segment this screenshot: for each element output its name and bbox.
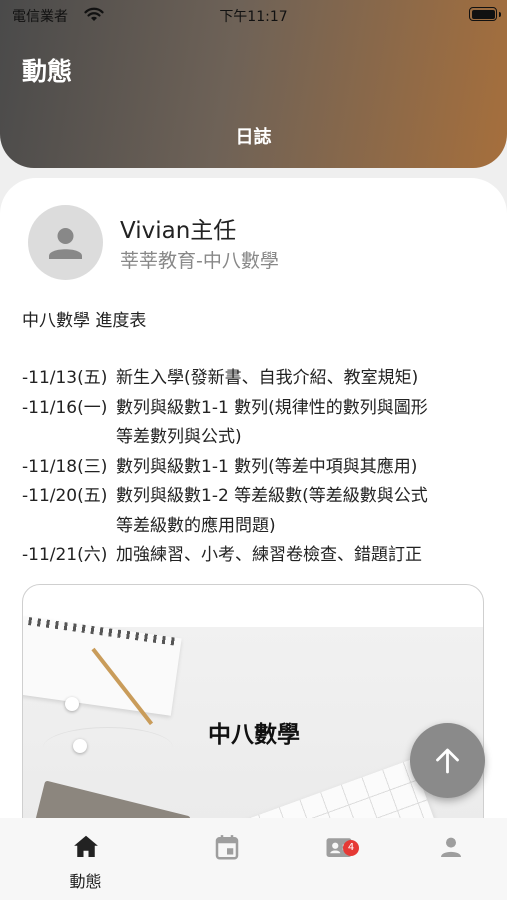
- author-name: Vivian主任: [120, 218, 237, 244]
- header: 電信業者 下午11:17 動態 日誌: [0, 0, 507, 168]
- status-bar: 電信業者 下午11:17: [0, 0, 507, 30]
- nav-item-profile[interactable]: [387, 818, 507, 900]
- avatar[interactable]: [28, 205, 103, 280]
- scroll-to-top-button[interactable]: [410, 723, 485, 798]
- line-desc: 等差數列與公式): [116, 427, 242, 447]
- battery-icon: [469, 7, 497, 21]
- post-line: 等差級數的應用問題): [22, 512, 492, 542]
- post-image[interactable]: 中八數學: [22, 584, 484, 858]
- calendar-icon: [215, 835, 238, 860]
- post-line: -11/16(一) 數列與級數1-1 數列(規律性的數列與圖形: [22, 394, 492, 424]
- line-date: -11/13(五): [22, 368, 108, 388]
- nav-item-contacts[interactable]: 4: [275, 818, 402, 900]
- arrow-up-icon: [436, 748, 459, 774]
- line-date: -11/20(五): [22, 486, 108, 506]
- line-desc: 數列與級數1-2 等差級數(等差級數與公式: [116, 486, 428, 506]
- earbud-illustration: [65, 697, 79, 711]
- tab-journal[interactable]: 日誌: [0, 123, 507, 149]
- person-icon: [49, 228, 82, 259]
- post-body: -11/13(五) 新生入學(發新書、自我介紹、教室規矩) -11/16(一) 數列…: [22, 364, 492, 571]
- line-desc: 數列與級數1-1 數列(等差中項與其應用): [116, 456, 418, 477]
- nav-label-feed: 動態: [69, 872, 102, 891]
- line-desc: 數列與級數1-1 數列(規律性的數列與圖形: [116, 397, 428, 418]
- line-desc: 等差級數的應用問題): [116, 515, 276, 536]
- line-desc: 加強練習、小考、練習卷檢查、錯題訂正: [116, 545, 422, 565]
- person-icon: [440, 837, 461, 857]
- line-desc: 新生入學(發新書、自我介紹、教室規矩): [116, 368, 419, 388]
- post-line: -11/18(三) 數列與級數1-1 數列(等差中項與其應用): [22, 453, 492, 483]
- author-org: 莘莘教育-中八數學: [120, 250, 279, 272]
- post-title: 中八數學 進度表: [22, 311, 147, 331]
- notification-badge: 4: [343, 840, 359, 856]
- nav-item-feed[interactable]: 動態: [22, 818, 149, 900]
- post-line: -11/21(六) 加強練習、小考、練習卷檢查、錯題訂正: [22, 541, 492, 571]
- line-date: -11/16(一): [22, 397, 108, 418]
- line-date: -11/21(六): [22, 545, 108, 565]
- page-title: 動態: [22, 57, 73, 86]
- post-line: -11/13(五) 新生入學(發新書、自我介紹、教室規矩): [22, 364, 492, 394]
- nav-item-calendar[interactable]: [163, 818, 290, 900]
- line-date: -11/18(三): [22, 456, 108, 477]
- home-icon: [73, 835, 98, 857]
- post-line: -11/20(五) 數列與級數1-2 等差級數(等差級數與公式: [22, 482, 492, 512]
- post-line: 等差數列與公式): [22, 423, 492, 453]
- bottom-nav: 動態 4: [0, 818, 507, 900]
- status-time: 下午11:17: [219, 9, 288, 25]
- notebook-illustration: [23, 616, 182, 716]
